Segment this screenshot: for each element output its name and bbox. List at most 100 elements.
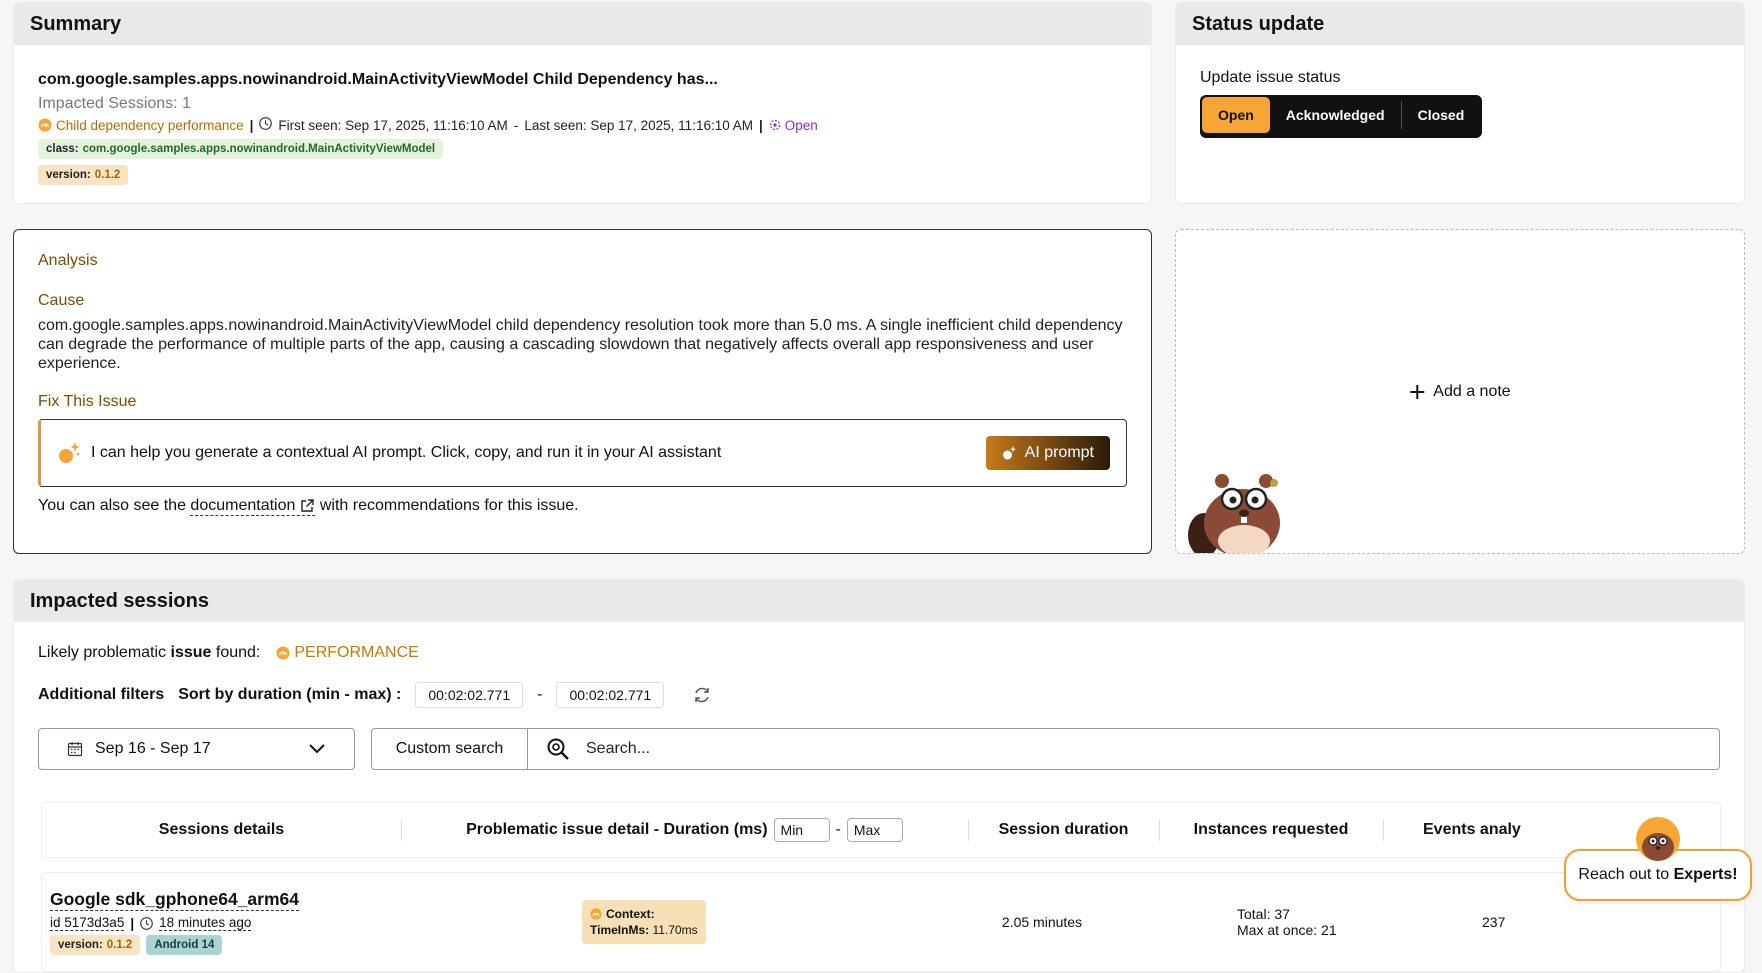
minmax-separator: - <box>835 821 841 838</box>
sessions-table-header: Sessions details Problematic issue detai… <box>41 802 1721 858</box>
impacted-sessions-card: Impacted sessions Likely problematic iss… <box>13 579 1745 973</box>
refresh-icon[interactable] <box>692 685 712 705</box>
context-label: Context: <box>606 907 655 921</box>
issue-status-label: Open <box>784 117 818 133</box>
sort-duration-label: Sort by duration (min - max) : <box>178 686 402 703</box>
calendar-icon <box>67 742 83 757</box>
status-open-button[interactable]: Open <box>1202 97 1270 133</box>
date-range-picker[interactable]: Sep 16 - Sep 17 <box>38 728 355 770</box>
duration-max-input[interactable]: 00:02:02.771 <box>556 682 665 708</box>
performance-icon <box>590 908 602 920</box>
issue-status: Open <box>769 118 818 133</box>
analysis-panel: Analysis Cause com.google.samples.apps.n… <box>13 229 1152 554</box>
meta-separator: | <box>249 117 254 133</box>
duration-min-filter[interactable]: Min <box>773 818 830 842</box>
expert-avatar[interactable] <box>1636 817 1680 861</box>
column-problematic-issue-label: Problematic issue detail - Duration (ms) <box>466 821 768 838</box>
search-icon <box>547 738 569 760</box>
clock-icon <box>140 916 153 930</box>
ai-prompt-message: I can help you generate a contextual AI … <box>91 444 722 461</box>
likely-prefix: Likely problematic <box>38 644 167 661</box>
documentation-link-label: documentation <box>190 497 296 514</box>
documentation-line: You can also see the documentation with … <box>38 497 1127 516</box>
plus-icon <box>1410 384 1425 399</box>
issue-title: com.google.samples.apps.nowinandroid.Mai… <box>38 71 718 88</box>
instances-total: Total: 37 <box>1237 906 1290 922</box>
column-problematic-issue[interactable]: Problematic issue detail - Duration (ms)… <box>401 803 968 857</box>
custom-search-button[interactable]: Custom search <box>371 728 528 770</box>
column-session-duration[interactable]: Session duration <box>968 803 1159 857</box>
likely-issue-type: PERFORMANCE <box>276 644 419 662</box>
chevron-down-icon <box>309 744 325 754</box>
version-badge: version: 0.1.2 <box>50 935 141 955</box>
ai-prompt-button-label: AI prompt <box>1024 444 1094 461</box>
filters-row: Additional filters Sort by duration (min… <box>38 682 1720 708</box>
device-name[interactable]: Google sdk_gphone64_arm64 <box>50 889 299 911</box>
status-segmented-control: Open Acknowledged Closed <box>1200 95 1483 135</box>
status-update-label: Update issue status <box>1200 69 1341 86</box>
likely-bold: issue <box>170 644 212 661</box>
status-icon <box>769 119 780 131</box>
duration-max-filter[interactable]: Max <box>846 818 903 842</box>
clock-icon <box>259 117 273 133</box>
add-note-label: Add a note <box>1433 382 1511 400</box>
version-badge-key: version: <box>46 169 91 181</box>
sparkle-icon <box>1002 446 1016 460</box>
impacted-sessions-header: Impacted sessions <box>14 580 1744 622</box>
context-badge: Context: TimeInMs: 11.70ms <box>582 900 706 944</box>
doc-suffix: with recommendations for this issue. <box>319 497 579 514</box>
summary-card: Summary com.google.samples.apps.nowinand… <box>13 2 1152 204</box>
add-note-button[interactable]: Add a note <box>1409 382 1511 401</box>
version-badge-value: 0.1.2 <box>106 939 133 951</box>
class-badge-value: com.google.samples.apps.nowinandroid.Mai… <box>82 143 436 155</box>
session-details-cell: Google sdk_gphone64_arm64 id 5173d3a5 | … <box>42 873 582 971</box>
session-id-line: id 5173d3a5 | 18 minutes ago <box>50 915 252 931</box>
column-sessions-details[interactable]: Sessions details <box>42 803 401 857</box>
beaver-avatar-icon <box>1642 833 1674 861</box>
status-acknowledged-button[interactable]: Acknowledged <box>1269 97 1401 133</box>
first-seen: First seen: Sep 17, 2025, 11:16:10 AM <box>278 117 508 133</box>
os-badge: Android 14 <box>146 935 223 955</box>
session-id[interactable]: id 5173d3a5 <box>50 915 125 931</box>
status-closed-button[interactable]: Closed <box>1401 97 1481 133</box>
search-placeholder: Search... <box>586 740 651 757</box>
ai-prompt-button[interactable]: AI prompt <box>985 436 1110 470</box>
likely-issue-value: PERFORMANCE <box>294 644 419 661</box>
table-row[interactable]: Google sdk_gphone64_arm64 id 5173d3a5 | … <box>41 872 1721 972</box>
column-events-analyzed[interactable]: Events analy <box>1383 803 1568 857</box>
cause-heading: Cause <box>38 292 85 309</box>
issue-meta: Child dependency performance | First see… <box>38 117 1127 133</box>
date-range-value: Sep 16 - Sep 17 <box>95 740 211 757</box>
additional-filters-label: Additional filters <box>38 686 165 703</box>
issue-type: Child dependency performance <box>38 118 244 133</box>
issue-type-label: Child dependency performance <box>56 117 244 133</box>
sparkle-icon <box>59 442 80 463</box>
problem-detail-cell: Context: TimeInMs: 11.70ms <box>582 873 952 971</box>
column-instances-requested[interactable]: Instances requested <box>1159 803 1383 857</box>
search-input[interactable]: Search... <box>528 728 1720 770</box>
performance-icon <box>276 646 290 660</box>
analysis-heading: Analysis <box>38 252 98 269</box>
documentation-link[interactable]: documentation <box>190 497 316 516</box>
context-value: 11.70ms <box>652 923 698 937</box>
search-row: Sep 16 - Sep 17 Custom search Search... <box>38 728 1720 770</box>
class-badge: class: com.google.samples.apps.nowinandr… <box>38 139 444 159</box>
session-time-ago: 18 minutes ago <box>159 915 252 931</box>
beaver-mascot-illustration <box>1188 474 1280 553</box>
experts-bold: Experts! <box>1673 866 1738 883</box>
ai-prompt-box: I can help you generate a contextual AI … <box>38 419 1127 487</box>
external-link-icon <box>301 499 315 512</box>
status-update-card: Status update Update issue status Open A… <box>1175 2 1745 204</box>
note-panel: Add a note <box>1175 229 1745 554</box>
duration-min-input[interactable]: 00:02:02.771 <box>415 682 524 708</box>
likely-issue-line: Likely problematic issue found: PERFORMA… <box>38 644 1720 662</box>
doc-prefix: You can also see the <box>38 497 186 514</box>
session-duration-cell: 2.05 minutes <box>1001 914 1083 930</box>
impacted-sessions-count: Impacted Sessions: 1 <box>38 95 191 112</box>
version-badge-key: version: <box>58 939 103 951</box>
session-badges: version: 0.1.2 Android 14 <box>50 935 223 955</box>
version-badge-value: 0.1.2 <box>94 169 121 181</box>
summary-header: Summary <box>14 3 1151 45</box>
last-seen: Last seen: Sep 17, 2025, 11:16:10 AM <box>524 117 753 133</box>
fix-heading: Fix This Issue <box>38 393 137 410</box>
